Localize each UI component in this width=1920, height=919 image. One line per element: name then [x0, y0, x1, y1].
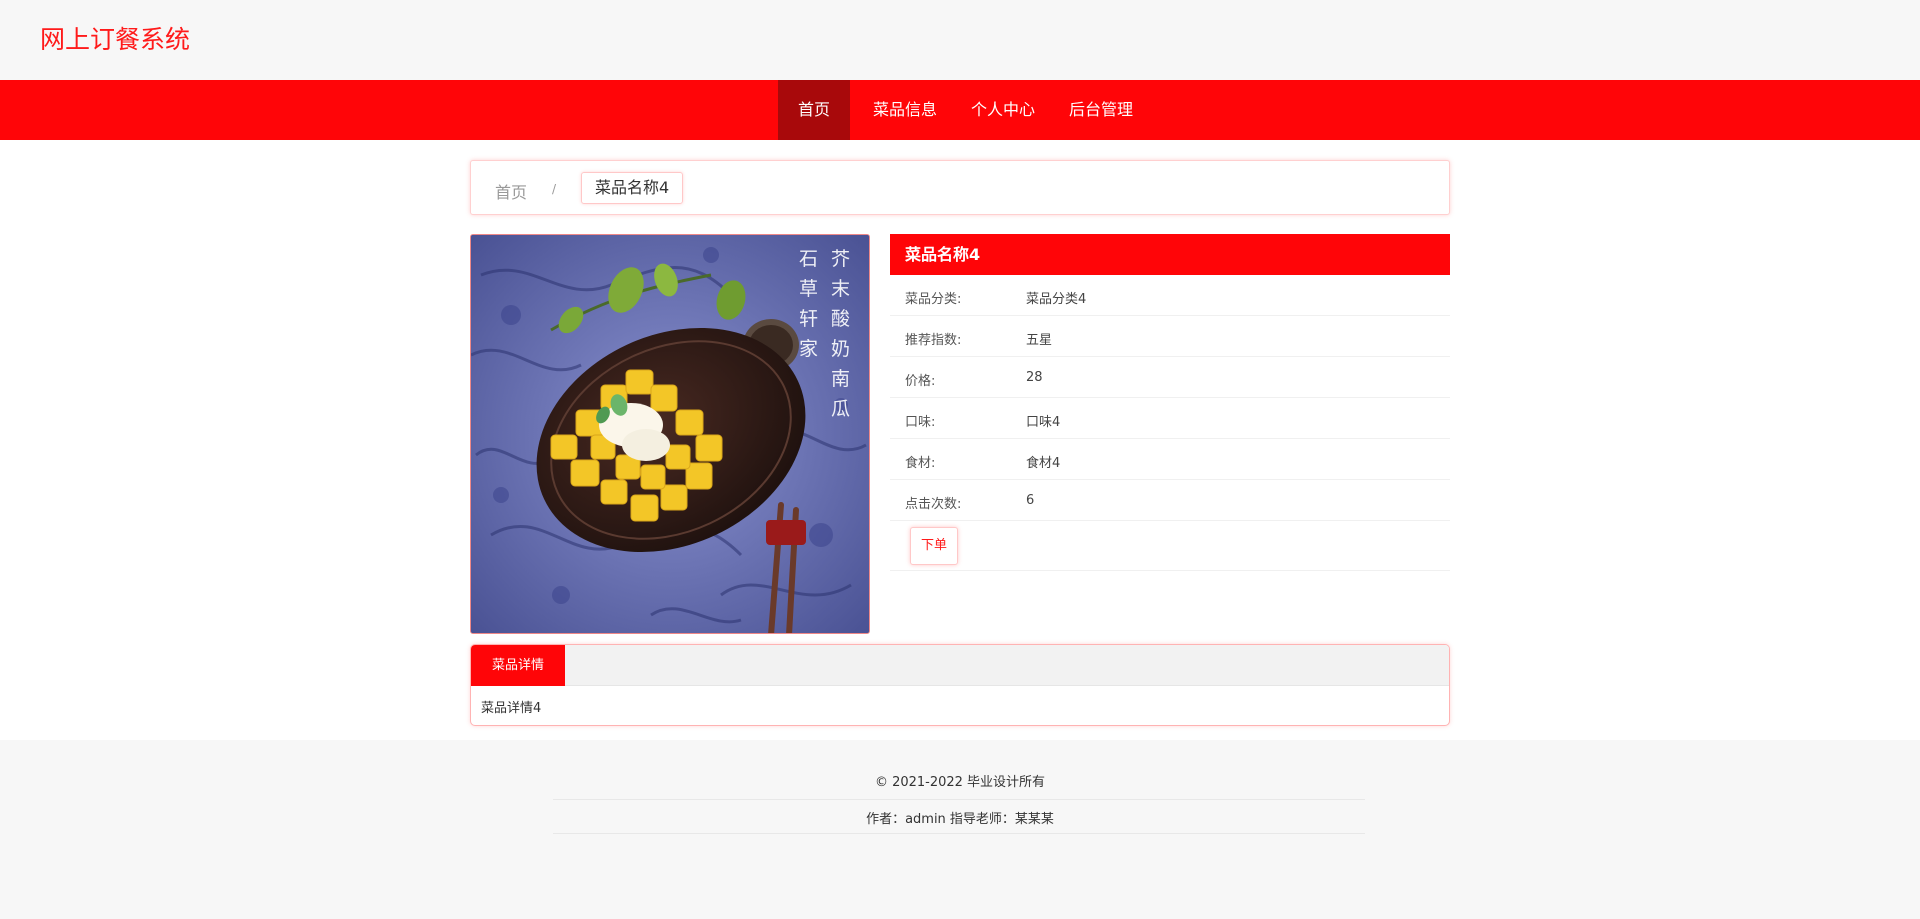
svg-text:末: 末: [831, 278, 850, 300]
category-value: 菜品分类4: [1026, 292, 1087, 307]
nav-item-dishes[interactable]: 菜品信息: [860, 80, 950, 140]
info-row-category: 菜品分类: 菜品分类4: [890, 275, 1450, 316]
price-value: 28: [1026, 370, 1043, 385]
info-row-clicks: 点击次数: 6: [890, 480, 1450, 521]
svg-text:石: 石: [799, 248, 818, 270]
footer-divider-1: [553, 799, 1365, 800]
footer: © 2021-2022 毕业设计所有 作者：admin 指导老师：某某某: [0, 740, 1920, 919]
dish-name-header: 菜品名称4: [890, 234, 1450, 275]
footer-divider-2: [553, 833, 1365, 834]
breadcrumb: 首页 / 菜品名称4: [470, 160, 1450, 215]
footer-copyright: © 2021-2022 毕业设计所有: [874, 775, 1046, 790]
info-row-price: 价格: 28: [890, 357, 1450, 398]
dish-photo: 芥 末 酸 奶 南 瓜 石 草 轩 家: [470, 234, 870, 634]
breadcrumb-current: 菜品名称4: [581, 172, 684, 204]
tab-dish-detail[interactable]: 菜品详情: [471, 645, 565, 686]
breadcrumb-home-link[interactable]: 首页: [495, 179, 527, 203]
ingredients-value: 食材4: [1026, 456, 1061, 471]
site-title[interactable]: 网上订餐系统: [40, 24, 190, 56]
svg-text:南: 南: [831, 368, 850, 390]
flavor-value: 口味4: [1026, 415, 1061, 430]
info-row-rating: 推荐指数: 五星: [890, 316, 1450, 357]
order-row: 下单: [890, 521, 1450, 571]
info-row-flavor: 口味: 口味4: [890, 398, 1450, 439]
svg-text:瓜: 瓜: [831, 398, 850, 420]
clicks-value: 6: [1026, 493, 1035, 508]
breadcrumb-separator: /: [552, 182, 557, 196]
svg-text:酸: 酸: [831, 308, 850, 330]
top-header: 网上订餐系统: [0, 0, 1920, 80]
order-button[interactable]: 下单: [910, 527, 958, 565]
rating-value: 五星: [1026, 333, 1053, 348]
rating-label: 推荐指数:: [905, 333, 962, 348]
flavor-label: 口味:: [905, 415, 936, 430]
detail-content: 菜品详情4: [481, 701, 542, 716]
nav-item-home[interactable]: 首页: [778, 80, 850, 140]
detail-tabbar: 菜品详情: [471, 645, 1449, 686]
footer-author: 作者：admin 指导老师：某某某: [866, 812, 1054, 827]
price-label: 价格:: [905, 374, 936, 389]
calligraphy-right-1: 芥: [831, 248, 850, 270]
svg-text:轩: 轩: [799, 308, 818, 330]
ingredients-label: 食材:: [905, 456, 936, 471]
nav-item-personal-center[interactable]: 个人中心: [958, 80, 1048, 140]
svg-text:草: 草: [799, 278, 818, 300]
dish-detail-box: 菜品详情 菜品详情4: [470, 644, 1450, 726]
svg-text:奶: 奶: [831, 338, 850, 360]
info-row-ingredients: 食材: 食材4: [890, 439, 1450, 480]
category-label: 菜品分类:: [905, 292, 962, 307]
dish-info-panel: 菜品名称4 菜品分类: 菜品分类4 推荐指数: 五星 价格: 28 口味: 口味…: [890, 234, 1450, 572]
main-navbar: 首页 菜品信息 个人中心 后台管理: [0, 80, 1920, 140]
svg-text:家: 家: [799, 338, 818, 360]
nav-item-admin[interactable]: 后台管理: [1056, 80, 1146, 140]
clicks-label: 点击次数:: [905, 497, 962, 512]
